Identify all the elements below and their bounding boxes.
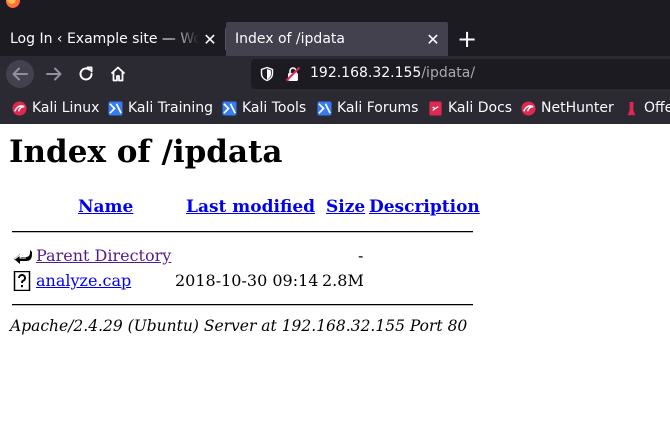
firefox-logo-icon [6, 0, 20, 8]
nethunter-icon [521, 100, 536, 116]
parent-directory-link[interactable]: Parent Directory [36, 246, 171, 265]
size-cell: - [358, 246, 364, 265]
column-header-description[interactable]: Description [369, 197, 480, 217]
size-cell: 2.8M [322, 271, 364, 290]
bookmark-label: Kali Tools [242, 100, 307, 116]
url-text: 192.168.32.155/ipdata/ [310, 65, 475, 81]
navigation-toolbar: 192.168.32.155/ipdata/ [0, 56, 670, 92]
modified-cell: 2018-10-30 09:14 [175, 271, 319, 290]
column-header-last-modified[interactable]: Last modified [186, 197, 315, 217]
close-tab-icon[interactable]: ✕ [422, 30, 444, 49]
page-title: Index of /ipdata [9, 134, 283, 170]
tab-bar: Log In ‹ Example site — WordPress ✕ Inde… [0, 18, 670, 56]
home-icon [110, 66, 126, 82]
tracking-shield-icon[interactable] [259, 66, 275, 82]
title-strip [0, 0, 670, 20]
bookmark-nethunter[interactable]: NetHunter [521, 100, 614, 116]
bookmark-kali-linux[interactable]: Kali Linux [12, 100, 99, 116]
url-host: 192.168.32.155 [310, 65, 422, 81]
back-arrow-icon [12, 67, 28, 81]
tab-label: Log In ‹ Example site — WordPress [10, 31, 199, 47]
back-button[interactable] [6, 60, 34, 88]
bookmarks-toolbar: Kali Linux Kali Training Kali Tools Kali… [0, 92, 670, 124]
divider [12, 231, 473, 233]
page-content: Index of /ipdata Name Last modified Size… [0, 124, 670, 431]
home-button[interactable] [104, 60, 132, 88]
address-bar[interactable]: 192.168.32.155/ipdata/ [251, 59, 670, 89]
bookmark-kali-forums[interactable]: Kali Forums [317, 100, 418, 116]
bookmark-label: NetHunter [541, 100, 614, 116]
reload-icon [79, 66, 93, 81]
offsec-icon [627, 101, 636, 115]
column-header-size[interactable]: Size [326, 197, 365, 217]
bookmark-label: Kali Forums [337, 100, 419, 116]
bookmark-label: Kali Docs [448, 100, 513, 116]
tab-login[interactable]: Log In ‹ Example site — WordPress ✕ [0, 22, 225, 56]
server-signature: Apache/2.4.29 (Ubuntu) Server at 192.168… [10, 317, 468, 335]
kali-forums-icon [317, 100, 332, 116]
bookmark-label: Kali Linux [32, 100, 100, 116]
kali-docs-icon [429, 100, 442, 116]
tab-label: Index of /ipdata [235, 31, 345, 47]
bookmark-kali-training[interactable]: Kali Training [108, 100, 213, 116]
forward-arrow-icon [46, 67, 62, 81]
new-tab-button[interactable]: + [454, 24, 480, 54]
browser-chrome: Log In ‹ Example site — WordPress ✕ Inde… [0, 0, 670, 124]
bookmark-kali-docs[interactable]: Kali Docs [428, 100, 512, 116]
url-path: /ipdata/ [421, 65, 476, 81]
bookmark-label: Offensive Security [644, 100, 670, 116]
kali-dragon-icon [12, 100, 27, 116]
bookmark-offensive-security[interactable]: Offensive Security [624, 100, 670, 116]
column-header-name[interactable]: Name [78, 197, 133, 217]
back-arrow-icon [14, 250, 32, 264]
reload-button[interactable] [72, 60, 100, 88]
unknown-file-icon [13, 271, 31, 291]
insecure-lock-icon[interactable] [285, 66, 301, 82]
divider [12, 304, 473, 306]
analyze-cap-link[interactable]: analyze.cap [36, 271, 131, 290]
kali-training-icon [108, 100, 123, 116]
forward-button[interactable] [40, 60, 68, 88]
bookmark-label: Kali Training [128, 100, 213, 116]
bookmark-kali-tools[interactable]: Kali Tools [222, 100, 306, 116]
tab-index-ipdata[interactable]: Index of /ipdata ✕ [226, 22, 448, 56]
close-tab-icon[interactable]: ✕ [199, 30, 221, 49]
kali-tools-icon [222, 100, 237, 116]
